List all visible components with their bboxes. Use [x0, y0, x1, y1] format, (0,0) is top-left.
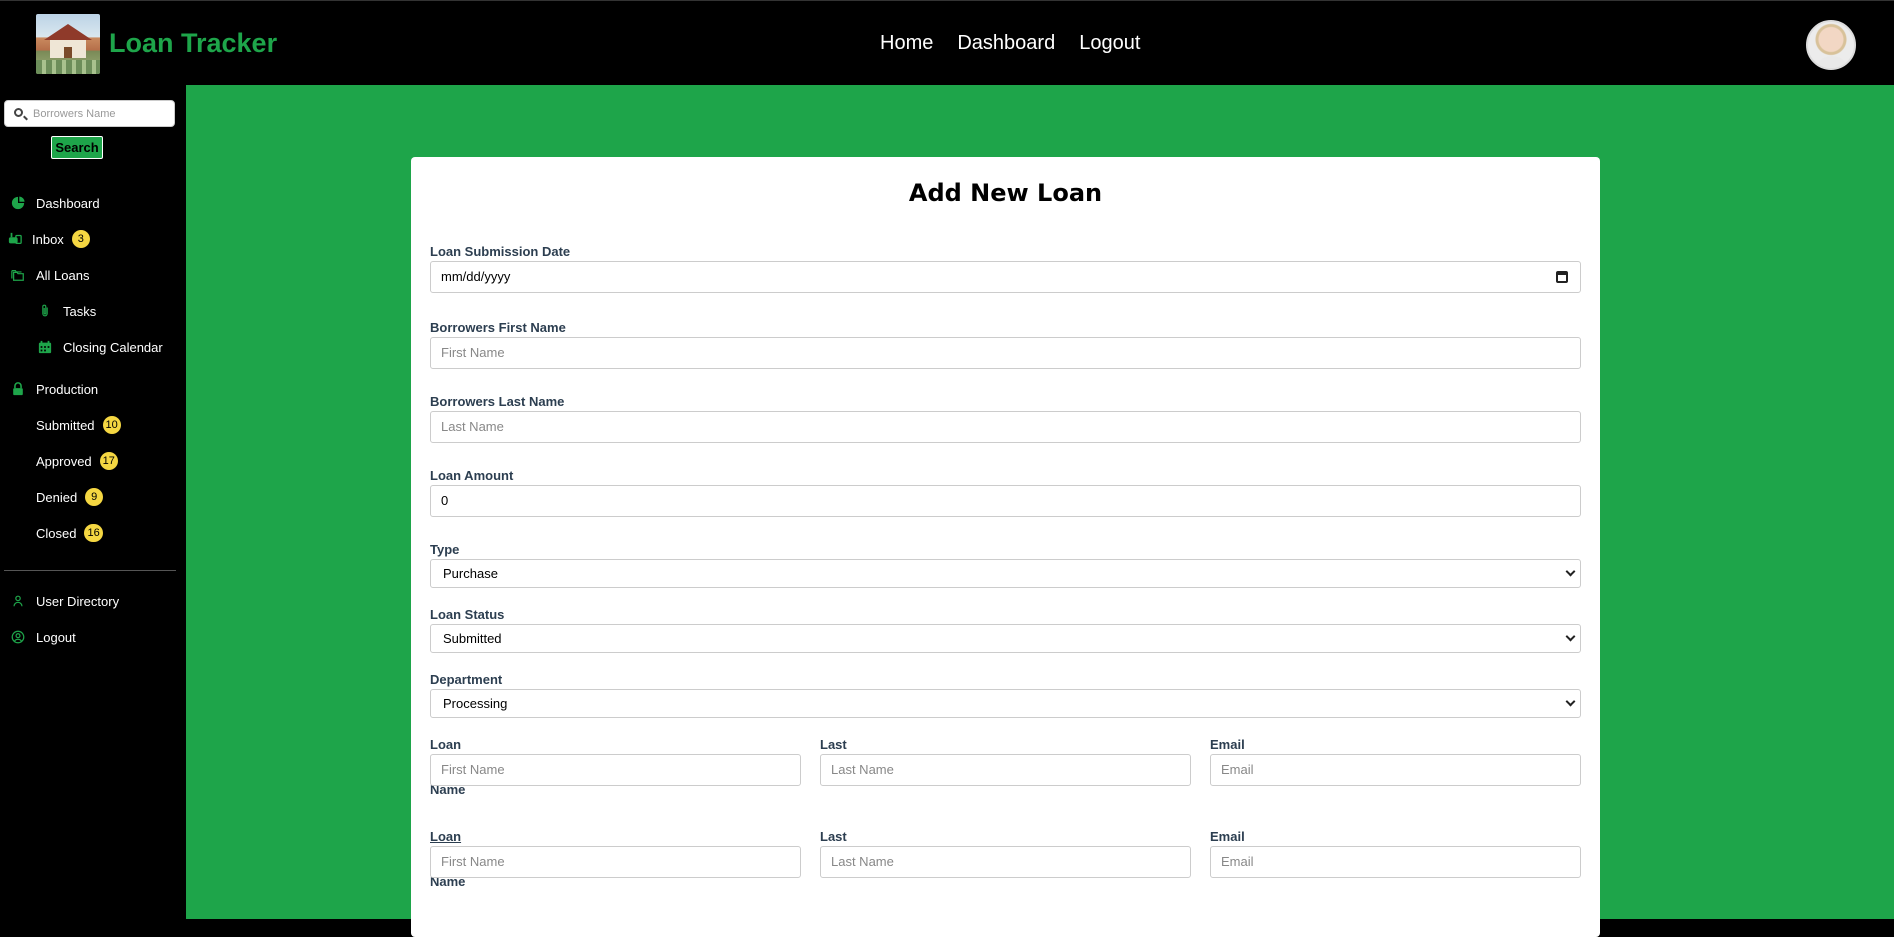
top-nav: Home Dashboard Logout: [880, 32, 1140, 55]
loan-status-select[interactable]: Submitted: [430, 624, 1581, 653]
form-title: Add New Loan: [908, 179, 1103, 207]
paperclip-icon: [38, 304, 52, 318]
sidebar-item-production[interactable]: Production: [0, 378, 98, 400]
pie-chart-icon: [11, 196, 25, 210]
officer-email-label: Email: [1210, 829, 1245, 844]
type-label: Type: [430, 542, 460, 557]
submission-date-label: Loan Submission Date: [430, 244, 571, 259]
chevron-down-icon: [1565, 566, 1576, 577]
folders-icon: [11, 268, 25, 282]
officer-email-field[interactable]: Email: [1210, 846, 1581, 878]
nav-home-link[interactable]: Home: [880, 32, 933, 55]
lock-icon: [11, 382, 25, 396]
sidebar-divider: [4, 570, 176, 571]
search-icon: [14, 108, 23, 117]
officer-last-name-field[interactable]: Last Name: [820, 846, 1191, 878]
closed-count-badge: 16: [84, 524, 103, 542]
denied-count-badge: 9: [85, 488, 104, 506]
sidebar-item-tasks[interactable]: Tasks: [0, 300, 96, 322]
loan-amount-label: Loan Amount: [430, 468, 514, 483]
manager-last-name-field[interactable]: Last Name: [820, 754, 1191, 786]
main-area: Add New Loan Loan Submission Date mm/dd/…: [186, 85, 1894, 937]
search-button[interactable]: Search: [51, 136, 103, 159]
manager-email-field[interactable]: Email: [1210, 754, 1581, 786]
department-label: Department: [430, 672, 503, 687]
manager-email-label: Email: [1210, 737, 1245, 752]
mailbox-icon: [8, 232, 22, 246]
chevron-down-icon: [1565, 631, 1576, 642]
sidebar-item-inbox[interactable]: Inbox 3: [0, 228, 90, 250]
sidebar-item-approved[interactable]: Approved 17: [0, 450, 118, 472]
sidebar-item-all-loans[interactable]: All Loans: [0, 264, 89, 286]
last-name-field[interactable]: Last Name: [430, 411, 1581, 443]
department-select[interactable]: Processing: [430, 689, 1581, 718]
type-select[interactable]: Purchase: [430, 559, 1581, 588]
approved-count-badge: 17: [99, 452, 118, 470]
nav-logout-link[interactable]: Logout: [1079, 32, 1140, 55]
loan-status-label: Loan Status: [430, 607, 505, 622]
avatar[interactable]: [1806, 20, 1856, 70]
sidebar-item-submitted[interactable]: Submitted 10: [0, 414, 121, 436]
last-name-label: Borrowers Last Name: [430, 394, 565, 409]
officer-first-name-field[interactable]: First Name: [430, 846, 801, 878]
inbox-count-badge: 3: [71, 230, 90, 248]
chevron-down-icon: [1565, 696, 1576, 707]
user-circle-icon: [11, 630, 25, 644]
sidebar-item-user-directory[interactable]: User Directory: [0, 590, 119, 612]
sidebar: Search Dashboard Inbox 3 All Loans Tasks…: [0, 85, 186, 919]
sidebar-item-logout[interactable]: Logout: [0, 626, 76, 648]
calendar-icon: [38, 340, 52, 354]
loan-amount-field[interactable]: 0: [430, 485, 1581, 517]
date-picker-icon[interactable]: [1556, 271, 1568, 283]
top-navbar: Loan Tracker Home Dashboard Logout: [0, 0, 1894, 85]
submission-date-field[interactable]: mm/dd/yyyy: [430, 261, 1581, 293]
sidebar-item-closing-calendar[interactable]: Closing Calendar: [0, 336, 163, 358]
sidebar-item-dashboard[interactable]: Dashboard: [0, 192, 100, 214]
person-icon: [11, 594, 25, 608]
sidebar-item-denied[interactable]: Denied 9: [0, 486, 104, 508]
search-input[interactable]: [33, 105, 171, 123]
logo-image[interactable]: [36, 14, 100, 74]
manager-first-name-field[interactable]: First Name: [430, 754, 801, 786]
first-name-label: Borrowers First Name: [430, 320, 566, 335]
brand-title[interactable]: Loan Tracker: [109, 28, 277, 59]
add-loan-form: Add New Loan Loan Submission Date mm/dd/…: [411, 157, 1600, 937]
nav-dashboard-link[interactable]: Dashboard: [957, 32, 1055, 55]
search-box: [4, 100, 175, 127]
first-name-field[interactable]: First Name: [430, 337, 1581, 369]
submitted-count-badge: 10: [102, 416, 121, 434]
sidebar-item-closed[interactable]: Closed 16: [0, 522, 103, 544]
